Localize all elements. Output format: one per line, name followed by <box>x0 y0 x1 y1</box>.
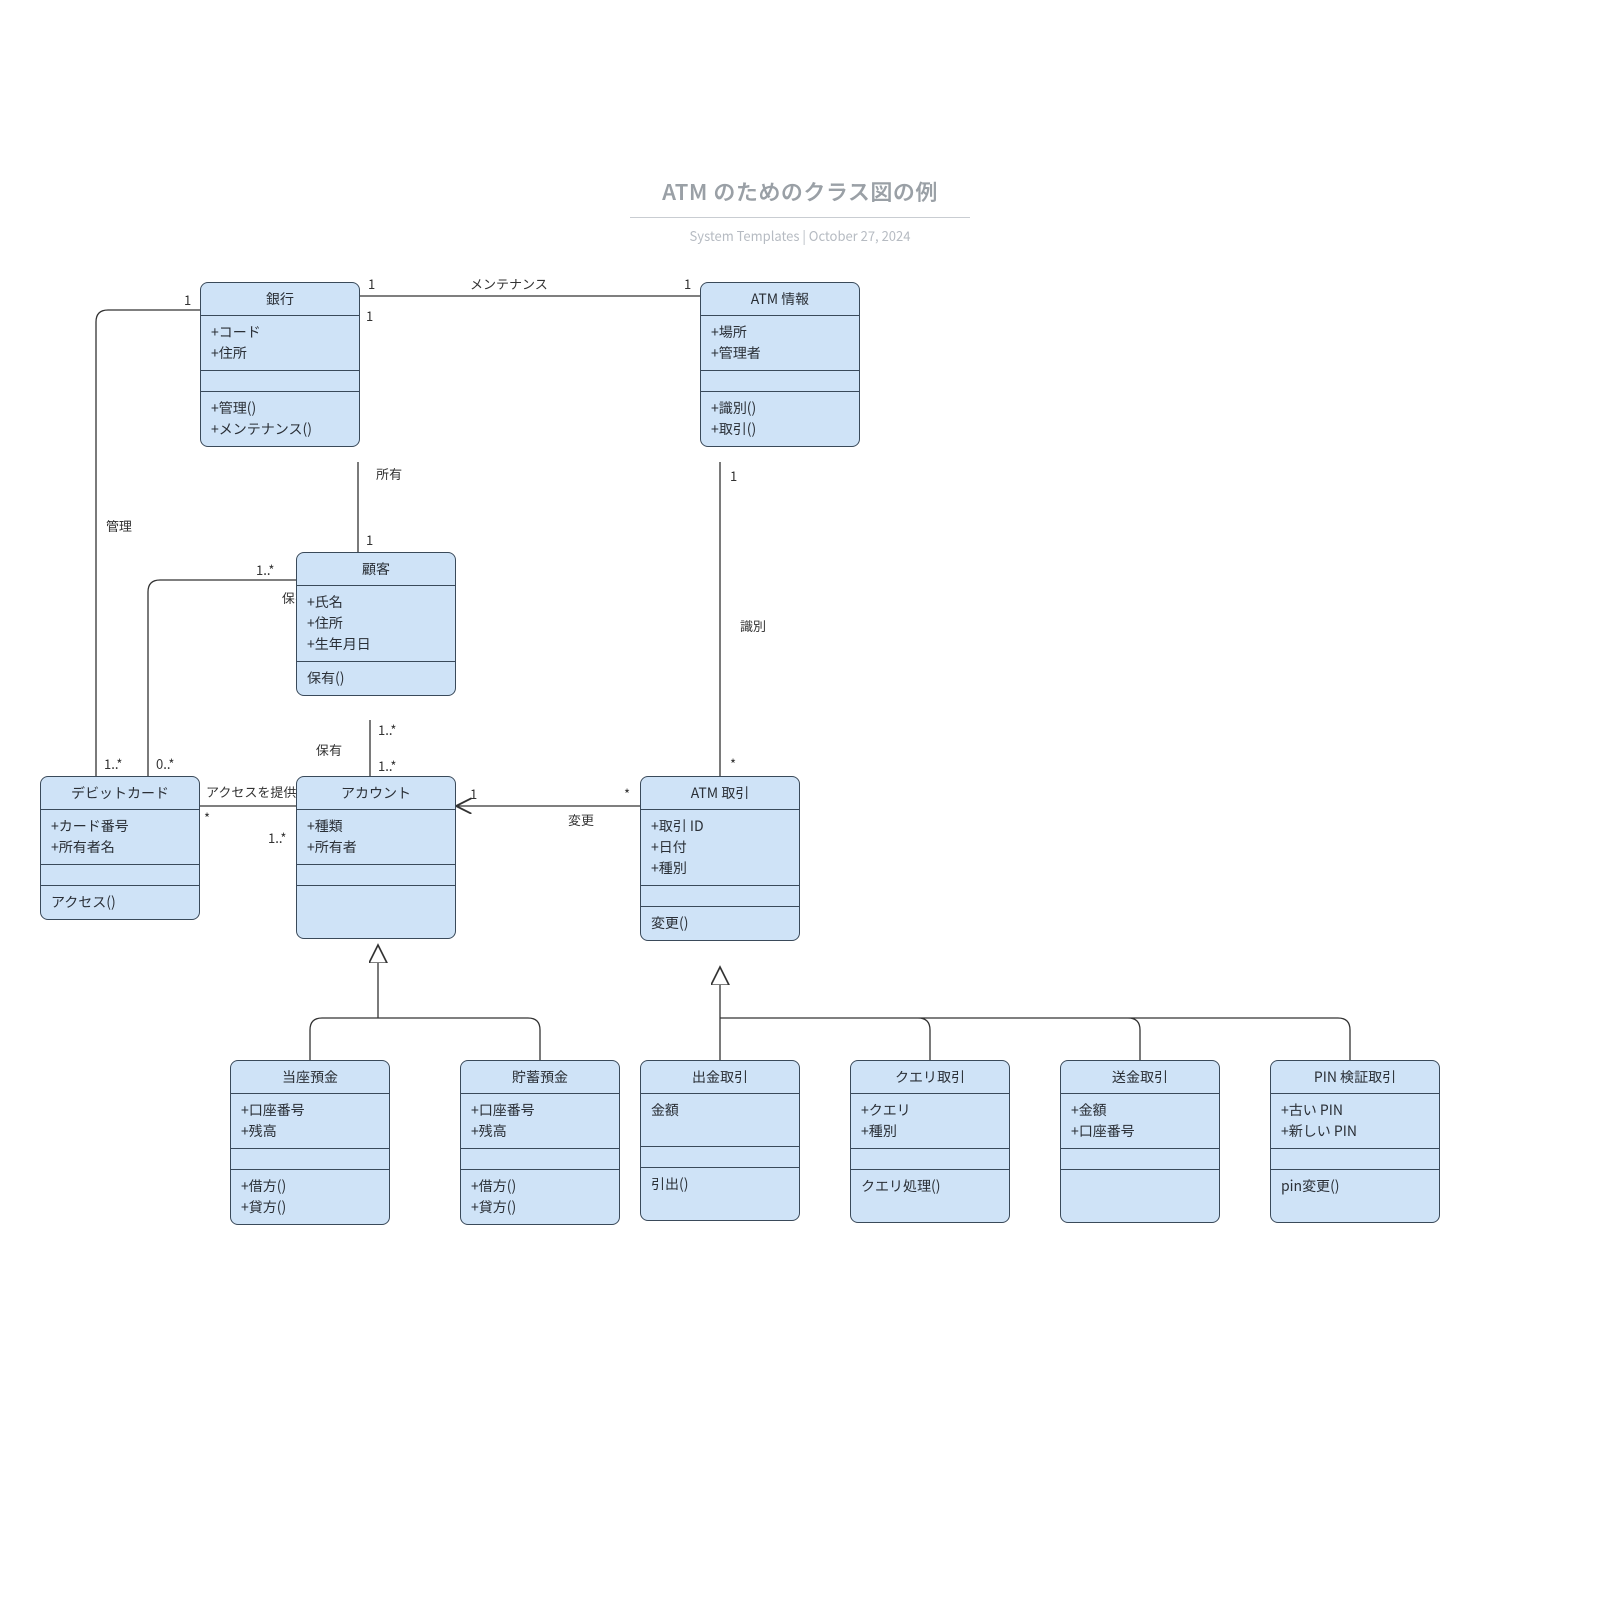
class-withdraw-txn-name: 出金取引 <box>641 1061 799 1094</box>
class-query-txn-name: クエリ取引 <box>851 1061 1009 1094</box>
class-atm-txn-ops: 変更() <box>641 907 799 940</box>
class-savings-ops: +借方() +貸方() <box>461 1170 619 1224</box>
class-query-txn-ops: クエリ処理() <box>851 1170 1009 1222</box>
label-change: 変更 <box>568 810 594 829</box>
class-transfer-txn-empty <box>1061 1149 1219 1170</box>
class-transfer-txn-ops <box>1061 1170 1219 1222</box>
diagram-title: ATM のためのクラス図の例 <box>0 175 1600 207</box>
class-bank: 銀行 +コード +住所 +管理() +メンテナンス() <box>200 282 360 447</box>
class-bank-empty <box>201 371 359 392</box>
class-checking-attrs: +口座番号 +残高 <box>231 1094 389 1149</box>
class-savings-name: 貯蓄預金 <box>461 1061 619 1094</box>
title-underline <box>630 217 970 218</box>
class-savings-empty <box>461 1149 619 1170</box>
class-pin-txn: PIN 検証取引 +古い PIN +新しい PIN pin変更() <box>1270 1060 1440 1223</box>
class-debit-card-attrs: +カード番号 +所有者名 <box>41 810 199 865</box>
mult-bank-debit-bot: 1..* <box>104 754 123 773</box>
mult-cust-acct-bot: 1..* <box>378 756 397 775</box>
class-atm-info: ATM 情報 +場所 +管理者 +識別() +取引() <box>700 282 860 447</box>
class-checking-empty <box>231 1149 389 1170</box>
class-savings-attrs: +口座番号 +残高 <box>461 1094 619 1149</box>
class-query-txn: クエリ取引 +クエリ +種別 クエリ処理() <box>850 1060 1010 1223</box>
class-savings: 貯蓄預金 +口座番号 +残高 +借方() +貸方() <box>460 1060 620 1225</box>
mult-txn-acct-right: * <box>624 784 630 803</box>
class-customer-attrs: +氏名 +住所 +生年月日 <box>297 586 455 662</box>
label-maintenance: メンテナンス <box>470 274 548 293</box>
class-pin-txn-empty <box>1271 1149 1439 1170</box>
label-manage: 管理 <box>106 516 132 535</box>
class-transfer-txn-name: 送金取引 <box>1061 1061 1219 1094</box>
class-pin-txn-name: PIN 検証取引 <box>1271 1061 1439 1094</box>
class-atm-info-empty <box>701 371 859 392</box>
class-customer-name: 顧客 <box>297 553 455 586</box>
mult-bank-cust-bot: 1 <box>366 530 373 549</box>
mult-bank-atm-left: 1 <box>368 274 375 293</box>
diagram-subtitle: System Templates | October 27, 2024 <box>0 226 1600 245</box>
class-atm-txn-empty <box>641 886 799 907</box>
class-query-txn-attrs: +クエリ +種別 <box>851 1094 1009 1149</box>
class-customer: 顧客 +氏名 +住所 +生年月日 保有() <box>296 552 456 696</box>
class-checking: 当座預金 +口座番号 +残高 +借方() +貸方() <box>230 1060 390 1225</box>
class-checking-name: 当座預金 <box>231 1061 389 1094</box>
mult-cust-debit-bot: 0..* <box>156 754 175 773</box>
mult-bank-atm-right: 1 <box>684 274 691 293</box>
class-debit-card: デビットカード +カード番号 +所有者名 アクセス() <box>40 776 200 920</box>
class-atm-txn-attrs: +取引 ID +日付 +種別 <box>641 810 799 886</box>
mult-atm-txn-top: 1 <box>730 466 737 485</box>
class-withdraw-txn-attrs: 金額 <box>641 1094 799 1147</box>
mult-debit-acct-right: 1..* <box>268 828 287 847</box>
class-account-empty <box>297 865 455 886</box>
class-atm-txn-name: ATM 取引 <box>641 777 799 810</box>
title-block: ATM のためのクラス図の例 System Templates | Octobe… <box>0 175 1600 245</box>
class-account-ops <box>297 886 455 938</box>
class-debit-card-name: デビットカード <box>41 777 199 810</box>
mult-bank-debit-top: 1 <box>184 290 191 309</box>
diagram-canvas: ATM のためのクラス図の例 System Templates | Octobe… <box>0 0 1600 1600</box>
mult-txn-acct-left: 1 <box>470 784 477 803</box>
mult-cust-debit-top: 1..* <box>256 560 275 579</box>
class-bank-attrs: +コード +住所 <box>201 316 359 371</box>
mult-bank-cust-top: 1 <box>366 306 373 325</box>
label-identify: 識別 <box>740 616 766 635</box>
class-debit-card-empty <box>41 865 199 886</box>
class-debit-card-ops: アクセス() <box>41 886 199 919</box>
class-account-name: アカウント <box>297 777 455 810</box>
label-access: アクセスを提供 <box>206 782 296 801</box>
mult-debit-acct-left: * <box>204 808 210 827</box>
class-transfer-txn: 送金取引 +金額 +口座番号 <box>1060 1060 1220 1223</box>
class-atm-info-attrs: +場所 +管理者 <box>701 316 859 371</box>
class-atm-info-name: ATM 情報 <box>701 283 859 316</box>
mult-atm-txn-bot: * <box>730 754 736 773</box>
class-pin-txn-ops: pin変更() <box>1271 1170 1439 1222</box>
class-transfer-txn-attrs: +金額 +口座番号 <box>1061 1094 1219 1149</box>
class-checking-ops: +借方() +貸方() <box>231 1170 389 1224</box>
class-withdraw-txn-empty <box>641 1147 799 1168</box>
class-account: アカウント +種類 +所有者 <box>296 776 456 939</box>
class-account-attrs: +種類 +所有者 <box>297 810 455 865</box>
class-bank-name: 銀行 <box>201 283 359 316</box>
class-query-txn-empty <box>851 1149 1009 1170</box>
class-pin-txn-attrs: +古い PIN +新しい PIN <box>1271 1094 1439 1149</box>
label-own: 所有 <box>376 464 402 483</box>
class-withdraw-txn: 出金取引 金額 引出() <box>640 1060 800 1221</box>
mult-cust-acct-top: 1..* <box>378 720 397 739</box>
class-withdraw-txn-ops: 引出() <box>641 1168 799 1220</box>
label-hold2: 保有 <box>316 740 342 759</box>
class-bank-ops: +管理() +メンテナンス() <box>201 392 359 446</box>
class-atm-info-ops: +識別() +取引() <box>701 392 859 446</box>
class-atm-txn: ATM 取引 +取引 ID +日付 +種別 変更() <box>640 776 800 941</box>
class-customer-ops: 保有() <box>297 662 455 695</box>
